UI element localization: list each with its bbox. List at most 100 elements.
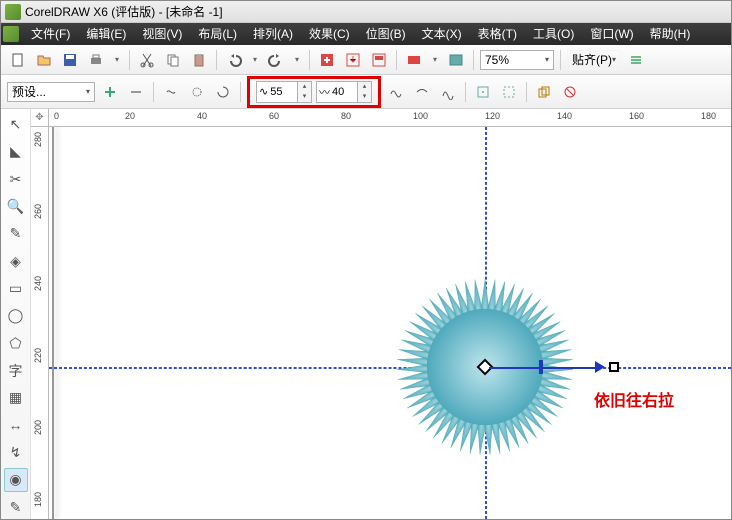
snap-to-button[interactable]: 贴齐(P) ▾ [567, 50, 621, 70]
menu-table[interactable]: 表格(T) [470, 23, 525, 45]
zipper-frequency-spinner[interactable]: 〰 40 ▴▾ [316, 81, 372, 103]
publish-icon[interactable] [368, 49, 390, 71]
menu-layout[interactable]: 布局(L) [190, 23, 245, 45]
zipper-amplitude-spinner[interactable]: ∿ 55 ▴▾ [256, 81, 312, 103]
drag-end-handle[interactable] [609, 362, 619, 372]
menu-effects[interactable]: 效果(C) [301, 23, 358, 45]
ruler-tick: 260 [33, 204, 43, 219]
push-pull-distort-icon[interactable] [160, 81, 182, 103]
freehand-tool-icon[interactable]: ✎ [4, 222, 28, 245]
guide-horizontal[interactable] [49, 367, 731, 369]
menu-app-icon [3, 26, 19, 42]
step-up-icon[interactable]: ▴ [297, 82, 311, 92]
preset-combo[interactable]: 预设... ▾ [7, 82, 95, 102]
app-launcher-icon[interactable] [403, 49, 425, 71]
zoom-level-value: 75% [485, 53, 509, 67]
app-icon [5, 4, 21, 20]
pick-tool-icon[interactable]: ↖ [4, 113, 28, 136]
open-icon[interactable] [33, 49, 55, 71]
app-launcher-dropdown-icon[interactable]: ▾ [429, 49, 441, 71]
eyedropper-tool-icon[interactable]: ✎ [4, 496, 28, 519]
snap-to-label: 贴齐(P) [572, 51, 612, 68]
save-icon[interactable] [59, 49, 81, 71]
dimension-tool-icon[interactable]: ↔ [4, 414, 28, 437]
local-distort-icon[interactable] [437, 81, 459, 103]
table-tool-icon[interactable]: ▦ [4, 386, 28, 409]
undo-dropdown-icon[interactable]: ▾ [249, 49, 261, 71]
redo-dropdown-icon[interactable]: ▾ [291, 49, 303, 71]
canvas-container: ✥ 0 20 40 60 80 100 120 140 160 180 280 … [31, 109, 731, 519]
app-title: CorelDRAW X6 (评估版) - [未命名 -1] [25, 3, 223, 20]
frequency-value: 40 [332, 86, 357, 98]
menu-bitmaps[interactable]: 位图(B) [358, 23, 414, 45]
shape-tool-icon[interactable]: ◣ [4, 140, 28, 163]
polygon-tool-icon[interactable]: ⬠ [4, 332, 28, 355]
step-down-icon[interactable]: ▾ [357, 92, 371, 102]
amplitude-value: 55 [270, 86, 297, 98]
print-dropdown-icon[interactable]: ▾ [111, 49, 123, 71]
twister-distort-icon[interactable] [212, 81, 234, 103]
ruler-tick: 80 [341, 111, 351, 121]
rectangle-tool-icon[interactable]: ▭ [4, 277, 28, 300]
arrow-head-icon [595, 361, 605, 373]
export-icon[interactable] [342, 49, 364, 71]
add-preset-icon[interactable] [99, 81, 121, 103]
drawing-canvas[interactable]: 依旧往右拉 [49, 127, 731, 519]
connector-tool-icon[interactable]: ↯ [4, 441, 28, 464]
menu-file[interactable]: 文件(F) [23, 23, 78, 45]
horizontal-ruler[interactable]: 0 20 40 60 80 100 120 140 160 180 [49, 109, 731, 127]
menu-view[interactable]: 视图(V) [134, 23, 190, 45]
effects-tool-icon[interactable]: ◉ [4, 468, 28, 491]
amplitude-wave-icon: ∿ [259, 85, 268, 98]
ruler-tick: 140 [557, 111, 572, 121]
welcome-icon[interactable] [445, 49, 467, 71]
zoom-tool-icon[interactable]: 🔍 [4, 195, 28, 218]
ruler-tick: 0 [54, 111, 59, 121]
step-down-icon[interactable]: ▾ [297, 92, 311, 102]
undo-icon[interactable] [223, 49, 245, 71]
work-area: ↖ ◣ ✂ 🔍 ✎ ◈ ▭ ◯ ⬠ 字 ▦ ↔ ↯ ◉ ✎ ✥ 0 20 40 … [1, 109, 731, 519]
convert-curves-icon[interactable] [498, 81, 520, 103]
ruler-tick: 180 [701, 111, 716, 121]
center-distort-icon[interactable] [472, 81, 494, 103]
highlighted-settings: ∿ 55 ▴▾ 〰 40 ▴▾ [247, 76, 381, 108]
menu-window[interactable]: 窗口(W) [582, 23, 641, 45]
menu-help[interactable]: 帮助(H) [642, 23, 699, 45]
title-bar: CorelDRAW X6 (评估版) - [未命名 -1] [1, 1, 731, 23]
smart-fill-icon[interactable]: ◈ [4, 250, 28, 273]
standard-toolbar: ▾ ▾ ▾ ▾ 75% ▾ 贴齐(P) ▾ [1, 45, 731, 75]
menu-edit[interactable]: 编辑(E) [78, 23, 134, 45]
remove-preset-icon[interactable] [125, 81, 147, 103]
random-distort-icon[interactable] [385, 81, 407, 103]
zoom-level-combo[interactable]: 75% ▾ [480, 50, 554, 70]
smooth-distort-icon[interactable] [411, 81, 433, 103]
redo-icon[interactable] [265, 49, 287, 71]
vertical-ruler[interactable]: 280 260 240 220 200 180 [31, 127, 49, 519]
drag-amplitude-handle[interactable] [539, 360, 543, 374]
copy-distort-icon[interactable] [533, 81, 555, 103]
toolbox: ↖ ◣ ✂ 🔍 ✎ ◈ ▭ ◯ ⬠ 字 ▦ ↔ ↯ ◉ ✎ [1, 109, 31, 519]
chevron-down-icon: ▾ [86, 87, 90, 96]
print-icon[interactable] [85, 49, 107, 71]
zipper-distort-icon[interactable] [186, 81, 208, 103]
ellipse-tool-icon[interactable]: ◯ [4, 304, 28, 327]
clear-distort-icon[interactable] [559, 81, 581, 103]
chevron-down-icon: ▾ [612, 55, 616, 64]
menu-text[interactable]: 文本(X) [414, 23, 470, 45]
ruler-origin-icon[interactable]: ✥ [31, 109, 49, 127]
crop-tool-icon[interactable]: ✂ [4, 168, 28, 191]
text-tool-icon[interactable]: 字 [4, 359, 28, 382]
drag-direction-line [489, 367, 601, 369]
menu-arrange[interactable]: 排列(A) [245, 23, 301, 45]
import-icon[interactable] [316, 49, 338, 71]
frequency-wave-icon: 〰 [319, 84, 330, 100]
copy-icon[interactable] [162, 49, 184, 71]
menu-tools[interactable]: 工具(O) [525, 23, 582, 45]
ruler-tick: 100 [413, 111, 428, 121]
cut-icon[interactable] [136, 49, 158, 71]
ruler-tick: 20 [125, 111, 135, 121]
new-doc-icon[interactable] [7, 49, 29, 71]
options-icon[interactable] [625, 49, 647, 71]
paste-icon[interactable] [188, 49, 210, 71]
step-up-icon[interactable]: ▴ [357, 82, 371, 92]
